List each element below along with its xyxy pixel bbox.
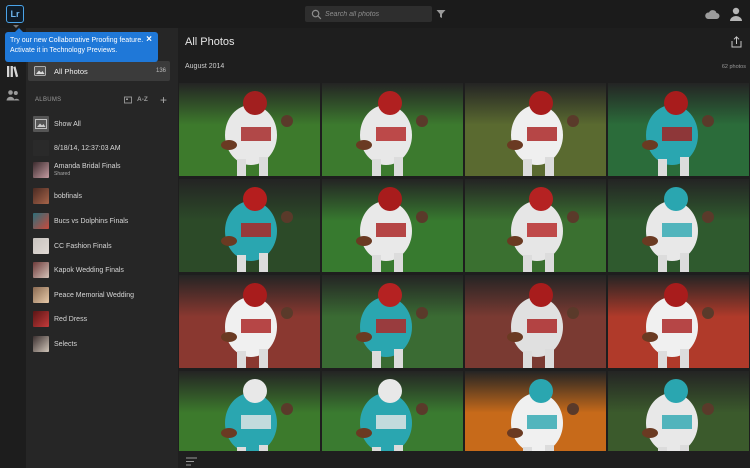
album-thumbnail — [33, 336, 49, 352]
photo-thumbnail[interactable] — [608, 83, 749, 176]
tooltip-line-1: Try our new Collaborative Proofing featu… — [10, 37, 144, 44]
album-view-icon[interactable] — [124, 96, 133, 104]
album-shared-label: Shared — [54, 171, 71, 177]
page-title: All Photos — [185, 36, 235, 48]
search-icon — [311, 9, 322, 19]
photo-thumbnail[interactable] — [179, 179, 320, 272]
date-group-label: August 2014 — [185, 63, 225, 70]
all-photos-count: 136 — [155, 68, 166, 74]
photos-icon — [34, 66, 46, 76]
album-item[interactable]: 8/18/14, 12:37:03 AM — [33, 140, 173, 156]
sort-icon[interactable] — [186, 457, 197, 466]
album-item[interactable]: Selects — [33, 336, 173, 352]
albums-title: ALBUMS — [35, 97, 62, 103]
album-thumbnail — [33, 188, 49, 204]
album-label: Red Dress — [54, 315, 88, 323]
album-label: Show All — [54, 120, 81, 128]
share-icon[interactable] — [731, 36, 742, 48]
photo-thumbnail[interactable] — [465, 275, 606, 368]
people-icon[interactable] — [6, 89, 20, 101]
photo-thumbnail[interactable] — [608, 179, 749, 272]
cloud-icon[interactable] — [704, 9, 720, 20]
lightroom-logo[interactable]: Lr — [6, 5, 24, 23]
album-item[interactable]: CC Fashion Finals — [33, 238, 173, 254]
album-label: bobfinals — [54, 192, 83, 200]
album-thumbnail — [33, 213, 49, 229]
album-text: 8/18/14, 12:37:03 AM — [54, 145, 121, 152]
photo-thumbnail[interactable] — [465, 83, 606, 176]
album-item[interactable]: Red Dress — [33, 311, 173, 327]
album-item[interactable]: Peace Memorial Wedding — [33, 287, 173, 303]
album-label: Amanda Bridal Finals — [54, 163, 121, 170]
album-item[interactable]: Kapok Wedding Finals — [33, 262, 173, 278]
photo-thumbnail[interactable] — [322, 83, 463, 176]
album-text: Kapok Wedding Finals — [54, 267, 124, 274]
album-thumbnail — [33, 287, 49, 303]
filter-icon[interactable] — [436, 9, 446, 19]
album-label: CC Fashion Finals — [54, 242, 112, 250]
album-text: Selects — [54, 341, 77, 348]
logo-text: Lr — [10, 9, 20, 19]
photo-thumbnail[interactable] — [179, 275, 320, 368]
search-input[interactable] — [325, 10, 425, 18]
photo-thumbnail[interactable] — [608, 275, 749, 368]
search-box[interactable] — [305, 6, 432, 22]
feature-tooltip: Try our new Collaborative Proofing featu… — [5, 28, 158, 62]
album-text: Peace Memorial Wedding — [54, 292, 134, 299]
album-text: Amanda Bridal Finals Shared — [54, 163, 121, 177]
bottom-toolbar — [178, 451, 750, 468]
tooltip-arrow — [15, 28, 23, 32]
album-thumbnail — [33, 238, 49, 254]
photo-thumbnail[interactable] — [179, 83, 320, 176]
album-label: 8/18/14, 12:37:03 AM — [54, 144, 121, 152]
photo-thumbnail[interactable] — [322, 275, 463, 368]
sidebar-item-all-photos[interactable]: All Photos 136 — [28, 61, 170, 81]
user-icon[interactable] — [728, 6, 744, 22]
album-text: Red Dress — [54, 316, 87, 323]
albums-header: ALBUMS A-Z + — [35, 93, 170, 107]
album-item[interactable]: bobfinals — [33, 188, 173, 204]
album-thumbnail — [33, 262, 49, 278]
tooltip-line-2[interactable]: Activate it in Technology Previews. — [10, 46, 153, 56]
album-label: Peace Memorial Wedding — [54, 291, 135, 299]
photo-thumbnail[interactable] — [322, 179, 463, 272]
album-item[interactable]: Amanda Bridal Finals Shared — [33, 162, 173, 178]
album-label: Kapok Wedding Finals — [54, 266, 124, 274]
add-album-button[interactable]: + — [160, 93, 167, 107]
album-text: Show All — [54, 121, 81, 128]
close-icon[interactable]: × — [146, 35, 152, 45]
album-label: Selects — [54, 340, 77, 348]
sort-az-button[interactable]: A-Z — [137, 96, 148, 103]
photo-count: 62 photos — [721, 64, 746, 70]
album-label: Bucs vs Dolphins Finals — [54, 217, 129, 225]
album-text: CC Fashion Finals — [54, 243, 112, 250]
album-text: Bucs vs Dolphins Finals — [54, 218, 128, 225]
album-text: bobfinals — [54, 193, 82, 200]
album-item[interactable]: Show All — [33, 116, 173, 132]
show-all-icon — [33, 116, 49, 132]
album-thumbnail — [33, 140, 49, 156]
all-photos-label: All Photos — [54, 66, 88, 76]
album-item[interactable]: Bucs vs Dolphins Finals — [33, 213, 173, 229]
photo-thumbnail[interactable] — [465, 179, 606, 272]
album-thumbnail — [33, 162, 49, 178]
photo-grid — [179, 83, 750, 468]
album-thumbnail — [33, 311, 49, 327]
library-icon[interactable] — [6, 65, 20, 78]
